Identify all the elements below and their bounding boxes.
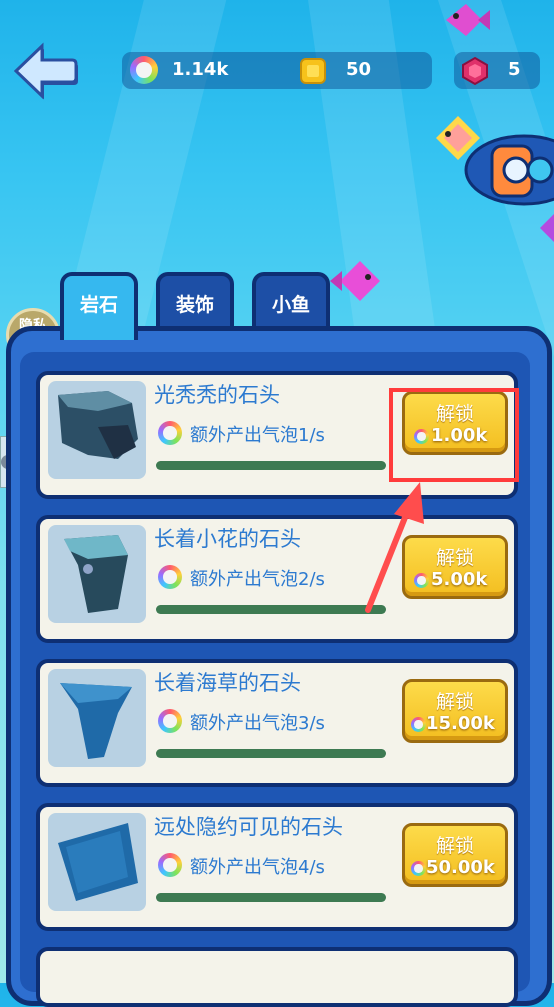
progress-bar — [156, 749, 386, 758]
unlock-button[interactable]: 解锁 15.00k — [402, 679, 508, 743]
item-name: 远处隐约可见的石头 — [154, 815, 343, 839]
bubble-icon — [411, 861, 426, 876]
resource-bar: 1.14k 50 — [122, 52, 432, 89]
rock-thumbnail — [48, 813, 146, 911]
unlock-cost: 5.00k — [431, 569, 488, 590]
coin-count: 50 — [346, 59, 372, 80]
progress-bar — [156, 893, 386, 902]
list-item: 长着小花的石头 额外产出气泡2/s 解锁 5.00k — [36, 515, 518, 643]
progress-bar — [156, 461, 386, 470]
bubble-count: 1.14k — [172, 59, 229, 80]
magenta-fish-icon — [330, 261, 380, 301]
item-name: 长着海草的石头 — [154, 671, 301, 695]
bubble-icon — [158, 565, 182, 589]
item-bonus: 额外产出气泡2/s — [190, 569, 325, 590]
unlock-label: 解锁 — [435, 547, 474, 569]
unlock-cost: 15.00k — [426, 713, 495, 734]
tab-decoration-label: 装饰 — [175, 294, 214, 316]
tab-rock[interactable]: 岩石 — [60, 272, 138, 340]
bubble-icon — [130, 56, 158, 84]
item-bonus: 额外产出气泡3/s — [190, 713, 325, 734]
gem-count: 5 — [508, 59, 521, 80]
submarine-icon[interactable] — [464, 126, 554, 206]
coin-icon — [300, 58, 326, 84]
list-item: 长着海草的石头 额外产出气泡3/s 解锁 15.00k — [36, 659, 518, 787]
unlock-button[interactable]: 解锁 5.00k — [402, 535, 508, 599]
purple-fish-icon — [540, 214, 554, 242]
gem-bar: 5 — [454, 52, 540, 89]
item-bonus: 额外产出气泡4/s — [190, 857, 325, 878]
back-arrow-button[interactable] — [12, 40, 78, 102]
rock-thumbnail — [48, 525, 146, 623]
progress-bar — [156, 605, 386, 614]
item-bonus: 额外产出气泡1/s — [190, 425, 325, 446]
tab-decoration[interactable]: 装饰 — [156, 272, 234, 334]
item-name: 长着小花的石头 — [154, 527, 301, 551]
tab-small-fish[interactable]: 小鱼 — [252, 272, 330, 334]
unlock-cost: 50.00k — [426, 857, 495, 878]
bubble-icon — [158, 853, 182, 877]
bubble-icon — [414, 573, 429, 588]
gem-icon — [462, 56, 488, 86]
list-item: 远处隐约可见的石头 额外产出气泡4/s 解锁 50.00k — [36, 803, 518, 931]
tab-small-fish-label: 小鱼 — [271, 294, 310, 316]
rock-thumbnail — [48, 669, 146, 767]
unlock-button[interactable]: 解锁 50.00k — [402, 823, 508, 887]
unlock-label: 解锁 — [435, 691, 474, 713]
item-name: 光秃秃的石头 — [154, 383, 280, 407]
list-item — [36, 947, 518, 1007]
bubble-icon — [411, 717, 426, 732]
tab-rock-label: 岩石 — [79, 294, 118, 316]
highlight-box — [389, 388, 519, 482]
pink-fish-icon — [446, 4, 490, 36]
unlock-label: 解锁 — [435, 835, 474, 857]
rock-thumbnail — [48, 381, 146, 479]
bubble-icon — [158, 709, 182, 733]
bubble-icon — [158, 421, 182, 445]
